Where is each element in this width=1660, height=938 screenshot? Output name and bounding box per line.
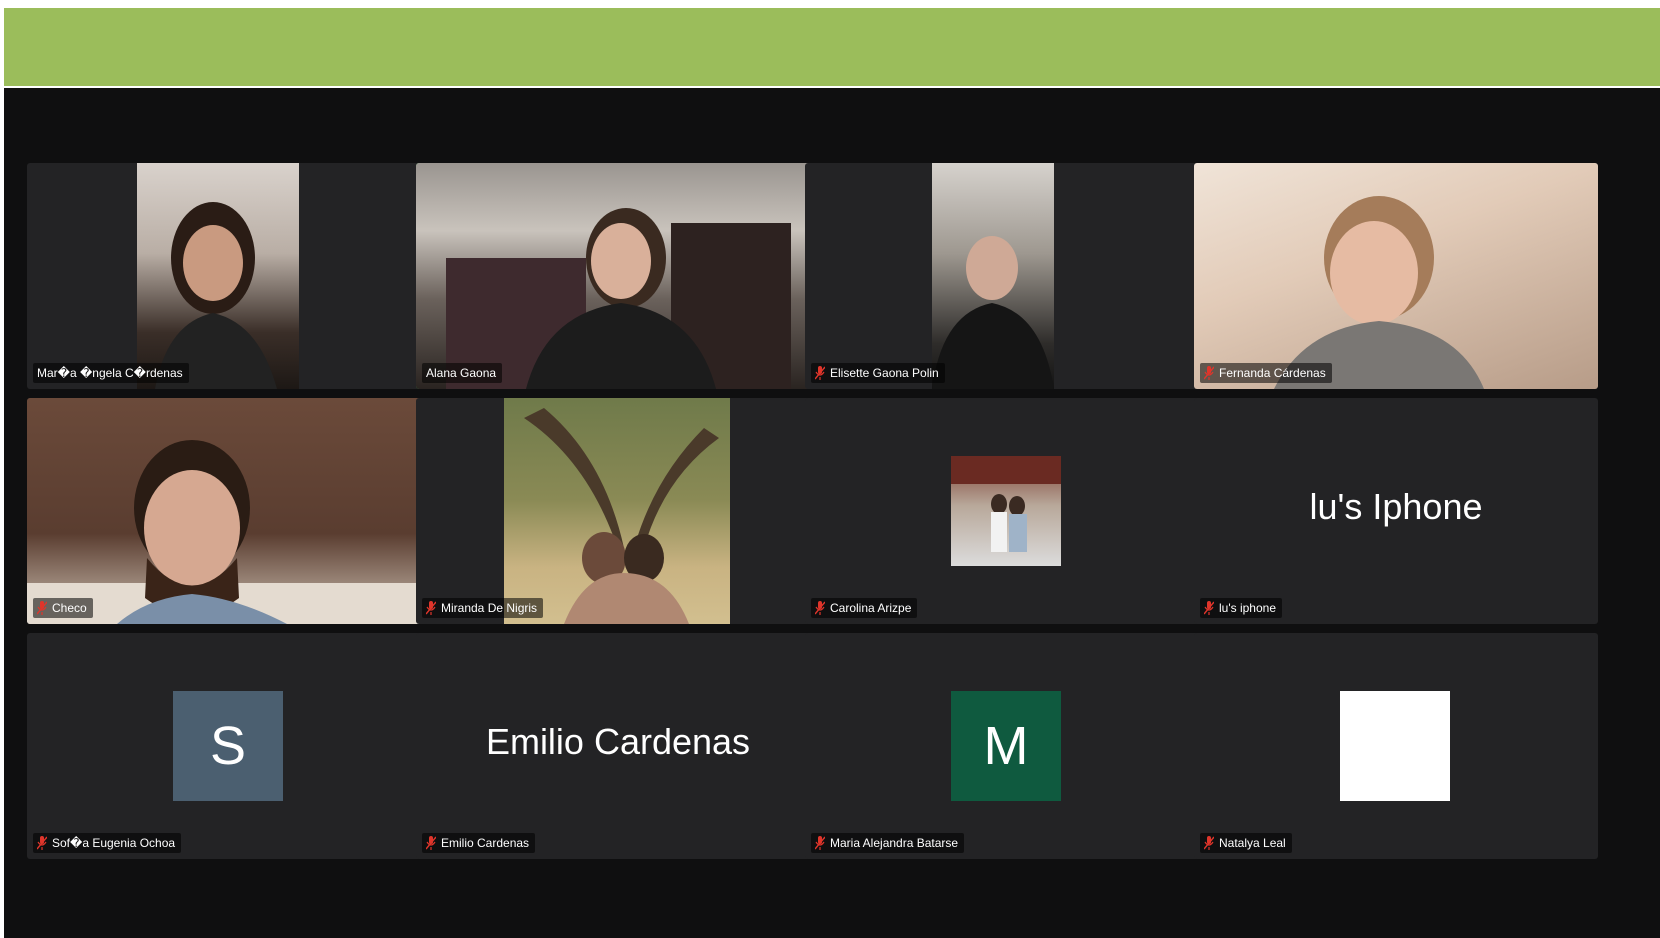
participant-video [137,163,299,389]
avatar-initial: S [209,716,247,776]
participant-video [932,163,1054,389]
participant-name-label: Checo [33,598,93,618]
participant-tile[interactable]: Elisette Gaona Polin [805,163,1209,389]
participant-name: Natalya Leal [1219,836,1286,850]
participant-display-name: Emilio Cardenas [485,721,751,762]
person-silhouette [446,208,791,389]
participant-name: Sof�a Eugenia Ochoa [52,836,176,850]
participant-name-label: Sof�a Eugenia Ochoa [33,833,182,853]
participant-tile[interactable]: Miranda De Nigris [416,398,820,624]
profile-photo [1340,691,1450,801]
person-silhouette [27,440,431,624]
profile-photo-image [951,456,1061,552]
participant-name: Elisette Gaona Polin [830,366,939,380]
participant-name-label: Emilio Cardenas [422,833,536,853]
microphone-muted-icon [426,601,436,615]
participant-video [1194,163,1598,389]
participant-name-label: Miranda De Nigris [422,598,544,618]
participant-name-label: Alana Gaona [422,363,503,383]
profile-photo [951,456,1061,566]
participant-name-label: Fernanda Cárdenas [1200,363,1332,383]
participant-name: Checo [52,601,87,615]
top-banner [4,8,1660,86]
participant-video [27,398,431,624]
participant-tile-active-speaker[interactable]: Alana Gaona [416,163,820,389]
participant-name-label: Maria Alejandra Batarse [811,833,965,853]
participant-name: Maria Alejandra Batarse [830,836,959,850]
microphone-muted-icon [815,601,825,615]
microphone-muted-icon [1204,601,1214,615]
participant-tile[interactable]: Mar�a �ngela C�rdenas [27,163,431,389]
person-silhouette [1274,196,1484,389]
participant-name-label: lu's iphone [1200,598,1282,618]
microphone-muted-icon [815,836,825,850]
participant-name-label: Carolina Arizpe [811,598,918,618]
participant-tile[interactable]: lu's Iphone lu's iphone [1194,398,1598,624]
microphone-muted-icon [1204,366,1214,380]
participant-video [416,163,820,389]
person-silhouette [932,236,1054,389]
participant-tile[interactable]: M Maria Alejandra Batarse [805,633,1209,859]
participant-tile[interactable]: S Sof�a Eugenia Ochoa [27,633,431,859]
participant-tile[interactable]: Carolina Arizpe [805,398,1209,624]
microphone-muted-icon [37,836,47,850]
microphone-muted-icon [37,601,47,615]
participant-tile[interactable]: Emilio Cardenas Emilio Cardenas [416,633,820,859]
participant-tile[interactable]: Natalya Leal [1194,633,1598,859]
participant-display-name: lu's Iphone [1309,486,1483,527]
microphone-muted-icon [426,836,436,850]
participant-name-label: Mar�a �ngela C�rdenas [33,363,189,383]
participant-name: Alana Gaona [426,366,497,380]
participant-name: Miranda De Nigris [441,601,538,615]
participant-name: Fernanda Cárdenas [1219,366,1326,380]
avatar-initial: M [983,716,1029,776]
participant-name: Mar�a �ngela C�rdenas [37,366,183,380]
participant-tile[interactable]: Checo [27,398,431,624]
participant-avatar: S [173,691,283,801]
microphone-muted-icon [815,366,825,380]
meeting-gallery-view: Mar�a �ngela C�rdenas Alana Gaona Eliset… [4,88,1660,938]
microphone-muted-icon [1204,836,1214,850]
participant-name-label: Elisette Gaona Polin [811,363,945,383]
participant-name: lu's iphone [1219,601,1276,615]
participant-name-label: Natalya Leal [1200,833,1292,853]
scene-image [524,408,719,624]
person-silhouette [155,202,277,389]
participant-avatar: M [951,691,1061,801]
participant-name: Emilio Cardenas [441,836,530,850]
participant-name: Carolina Arizpe [830,601,912,615]
participant-video [504,398,730,624]
participant-tile[interactable]: Fernanda Cárdenas [1194,163,1598,389]
